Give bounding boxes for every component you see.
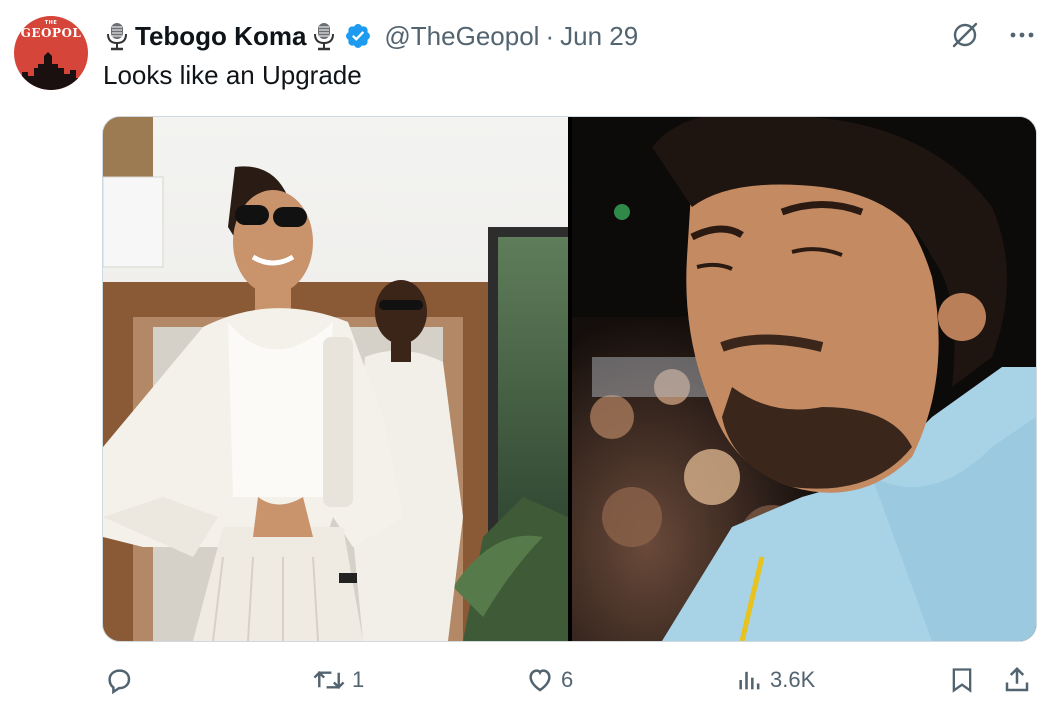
share-button[interactable]	[1002, 660, 1032, 700]
avatar[interactable]: THE GEOPOL	[14, 16, 88, 90]
views-icon	[739, 671, 760, 690]
reply-icon	[108, 669, 131, 695]
retweet-count: 1	[352, 667, 365, 692]
reply-button[interactable]	[104, 660, 140, 700]
like-count: 6	[561, 667, 574, 692]
media-image-right[interactable]	[572, 117, 1036, 641]
skyline-icon	[14, 52, 88, 90]
retweet-button[interactable]: 1	[312, 660, 364, 700]
bookmark-button[interactable]	[948, 660, 976, 700]
more-icon[interactable]	[1008, 21, 1036, 49]
microphone-icon	[107, 23, 127, 51]
like-icon	[529, 669, 551, 692]
tweet-media[interactable]	[102, 116, 1037, 642]
views-count: 3.6K	[770, 667, 816, 692]
author-handle[interactable]: @TheGeopol	[384, 21, 539, 52]
tweet-header: Tebogo Koma @TheGeopol · Jun 29	[105, 18, 638, 54]
tweet-date[interactable]: Jun 29	[560, 21, 638, 52]
avatar-logo-text: GEOPOL	[20, 26, 82, 40]
separator-dot: ·	[545, 20, 555, 51]
verified-badge-icon	[346, 24, 371, 48]
top-actions	[950, 20, 1036, 50]
share-icon	[1005, 666, 1029, 692]
tweet-actions: 1 6 3.6K	[0, 660, 1054, 700]
microphone-icon	[314, 23, 335, 51]
tweet-text: Looks like an Upgrade	[103, 60, 362, 90]
views-button[interactable]: 3.6K	[736, 660, 815, 700]
grok-icon[interactable]	[950, 20, 980, 50]
bookmark-icon	[952, 668, 972, 693]
media-image-left[interactable]	[103, 117, 568, 641]
retweet-icon	[313, 670, 345, 690]
like-button[interactable]: 6	[525, 660, 573, 700]
author-name[interactable]: Tebogo Koma	[135, 21, 306, 52]
